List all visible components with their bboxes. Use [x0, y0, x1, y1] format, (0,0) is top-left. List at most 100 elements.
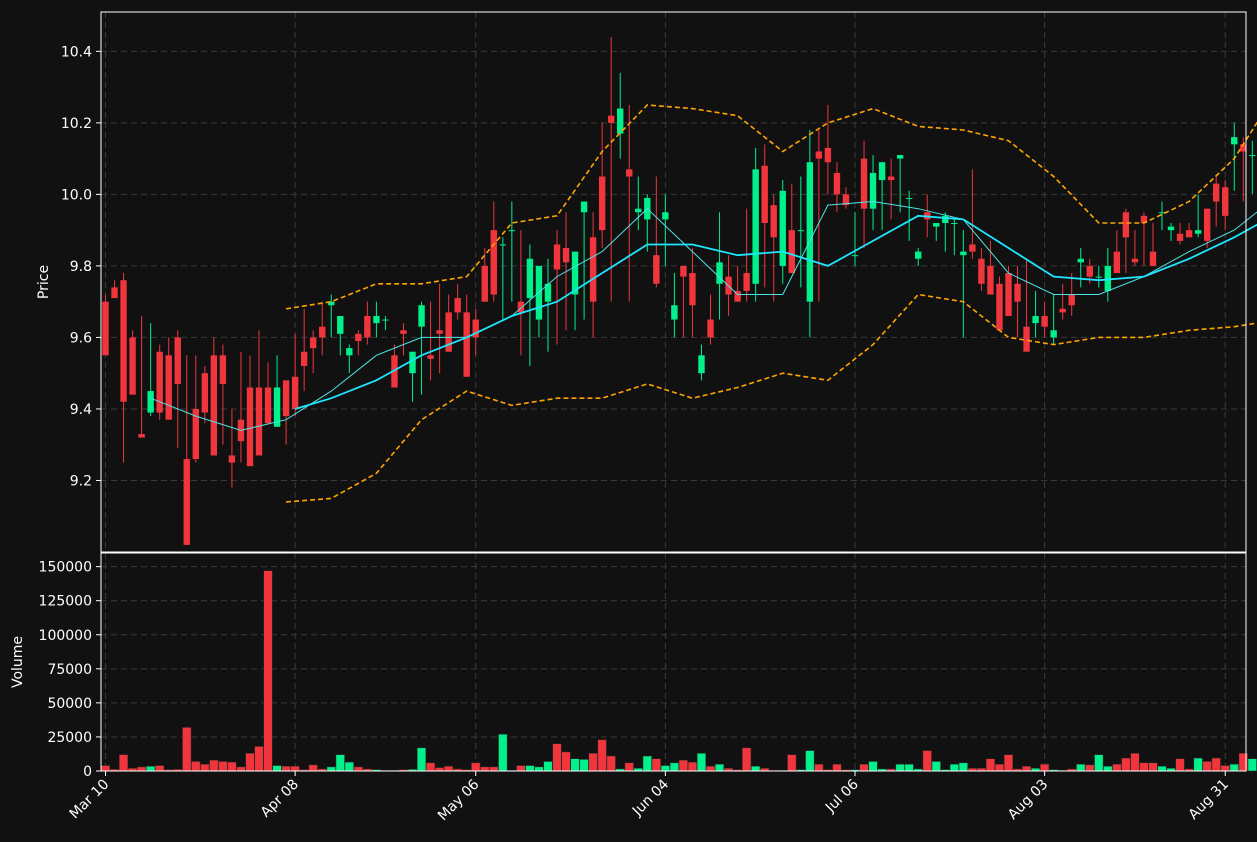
candle-body [887, 176, 895, 181]
candle-body [309, 337, 317, 349]
volume-bar [119, 754, 129, 772]
candle-body [1122, 212, 1130, 238]
candle-body [120, 280, 127, 402]
candle-body [761, 165, 768, 223]
volume-bar [100, 765, 111, 772]
volume-bar [182, 727, 192, 772]
candle-body [1222, 187, 1229, 216]
volume-bar [714, 763, 725, 772]
candle-body [427, 355, 434, 359]
candle-body [156, 351, 163, 413]
volume-bar [931, 761, 941, 772]
candle-body [915, 251, 922, 259]
candle-body [580, 201, 588, 213]
candle-body [1131, 258, 1139, 263]
volume-bar [904, 763, 914, 772]
volume-bar [1103, 765, 1113, 772]
candle-body [364, 315, 371, 338]
candle-body [499, 244, 507, 246]
candle-body [1050, 330, 1057, 338]
candle-body [635, 208, 642, 213]
volume-bar [444, 765, 454, 772]
volume-bar [1202, 761, 1212, 772]
candle-body [996, 283, 1003, 331]
volume-bar [525, 765, 535, 772]
background [0, 0, 1257, 842]
volume-bar [1220, 765, 1230, 772]
volume-axis-label: Volume [10, 636, 26, 688]
candle-body [400, 330, 407, 334]
volume-bar [254, 746, 264, 772]
candle-body [869, 172, 877, 209]
candle-body [788, 230, 795, 274]
volume-tick-label: 125000 [39, 594, 92, 610]
volume-bar [994, 763, 1005, 772]
candle-body [779, 190, 786, 266]
volume-bar [868, 761, 878, 772]
candle-body [716, 262, 723, 284]
candle-body [752, 169, 759, 284]
volume-bar [1247, 758, 1257, 772]
candle-body [1068, 294, 1075, 306]
volume-bar [326, 766, 336, 772]
volume-bar [435, 767, 445, 772]
candle-body [707, 319, 714, 338]
candle-body [598, 176, 606, 231]
volume-bar [209, 759, 219, 772]
volume-bar [651, 758, 661, 772]
candle-body [508, 230, 516, 232]
volume-bar [155, 765, 165, 772]
volume-bar [678, 759, 688, 772]
volume-bar [498, 733, 508, 772]
volume-bar [1003, 754, 1014, 772]
candle-body [246, 387, 254, 467]
candle-body [1041, 315, 1048, 327]
candle-body [355, 333, 362, 342]
candle-body [111, 287, 118, 299]
volume-bar [1040, 763, 1050, 772]
candle-body [1113, 251, 1121, 274]
volume-bar [480, 766, 490, 772]
candle-body [463, 312, 470, 377]
volume-bar [1112, 763, 1122, 772]
candle-body [291, 376, 299, 409]
candle-body [806, 162, 814, 302]
volume-bar [687, 761, 698, 772]
candle-body [960, 251, 967, 256]
candle-body [905, 197, 913, 199]
volume-bar [832, 763, 842, 772]
volume-bar [543, 761, 553, 772]
candle-body [833, 172, 841, 195]
candle-body [698, 355, 705, 374]
candle-body [382, 319, 389, 321]
candle-body [770, 205, 777, 238]
price-tick-label: 10.2 [61, 116, 92, 132]
volume-bar [579, 759, 589, 772]
volume-bar [751, 765, 761, 772]
candle-body [860, 158, 868, 209]
candle-body [147, 391, 154, 413]
volume-bar [1139, 762, 1149, 772]
volume-bar [660, 765, 670, 772]
volume-bar [1094, 754, 1104, 772]
volume-bar [787, 754, 797, 772]
volume-bar [922, 750, 932, 772]
candle-body [418, 305, 425, 327]
volume-bar [859, 763, 869, 772]
candle-body [1176, 233, 1184, 241]
volume-bar [624, 762, 634, 772]
candle-body [607, 115, 615, 123]
volume-bar [471, 762, 481, 772]
candle-body [671, 305, 678, 320]
candle-body [517, 301, 525, 313]
volume-bar [308, 764, 318, 772]
candle-body [1086, 265, 1093, 277]
price-tick-label: 9.4 [70, 402, 92, 418]
candle-body [951, 222, 958, 224]
volume-bar [245, 753, 255, 772]
candle-body [282, 380, 290, 417]
candle-body [219, 355, 227, 384]
candle-body [626, 169, 633, 177]
volume-bar [236, 766, 246, 772]
candle-body [689, 273, 696, 306]
